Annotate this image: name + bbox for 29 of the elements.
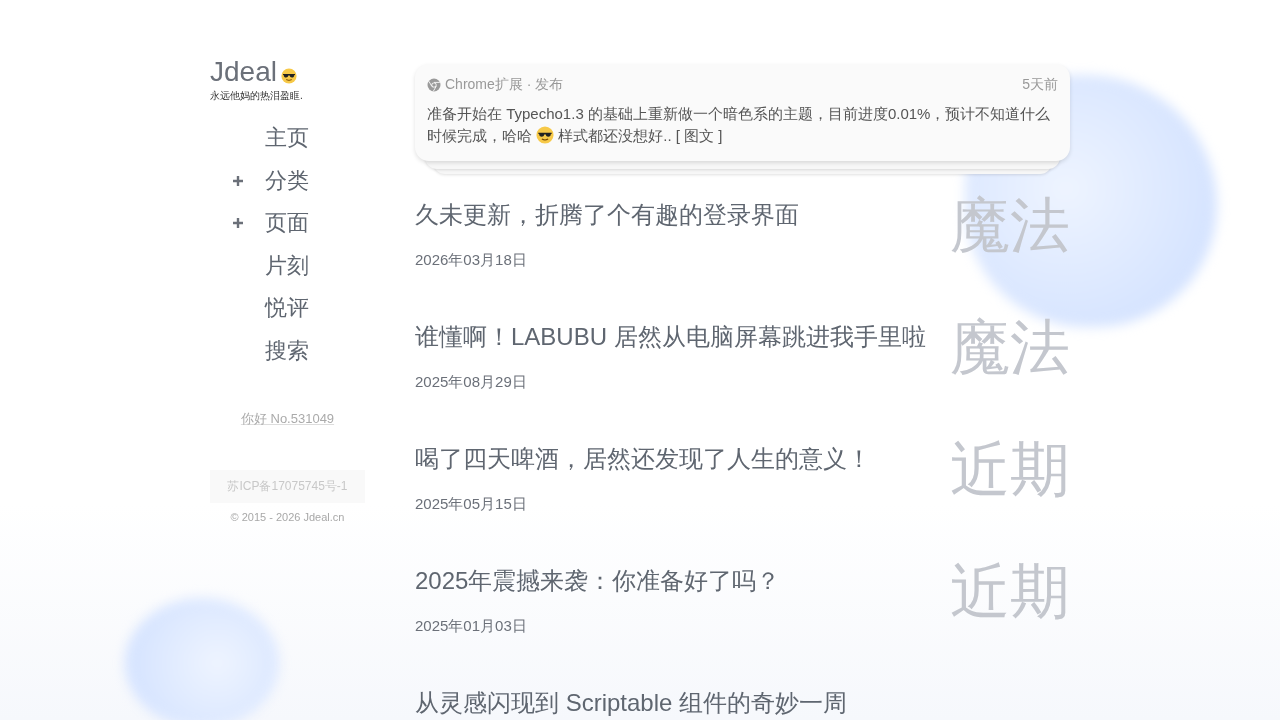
moment-source: Chrome扩展 · 发布 <box>445 76 564 94</box>
nav-link[interactable]: 搜索 <box>265 335 309 366</box>
site-tagline: 永远他妈的热泪盈眶. <box>210 89 304 103</box>
copyright-text: © 2015 - 2026 Jdeal.cn <box>229 511 346 523</box>
category-watermark: 近期 <box>950 557 1070 627</box>
plus-icon[interactable] <box>231 174 244 187</box>
plus-icon[interactable] <box>231 217 244 230</box>
sunglasses-emoji-icon <box>536 126 555 144</box>
nav-link[interactable]: 分类 <box>265 165 309 196</box>
post-date: 2025年01月03日 <box>415 617 528 636</box>
post-title[interactable]: 从灵感闪现到 Scriptable 组件的奇妙一周 <box>415 687 848 719</box>
post-date: 2025年08月29日 <box>415 373 528 392</box>
nav-link[interactable]: 页面 <box>265 208 309 239</box>
nav-link[interactable]: 主页 <box>265 123 309 154</box>
post-title[interactable]: 久未更新，折腾了个有趣的登录界面 <box>415 199 799 231</box>
nav-link[interactable]: 悦评 <box>265 293 309 324</box>
post-date: 2026年03月18日 <box>415 251 528 270</box>
post-title[interactable]: 2025年震撼来袭：你准备好了吗？ <box>415 565 781 597</box>
chrome-icon <box>427 78 441 92</box>
post-title[interactable]: 谁懂啊！LABUBU 居然从电脑屏幕跳进我手里啦 <box>415 321 926 353</box>
post-date: 2025年05月15日 <box>415 495 528 514</box>
nav-link[interactable]: 片刻 <box>265 250 309 281</box>
sunglasses-emoji-icon <box>280 68 297 84</box>
category-watermark: 魔法 <box>950 313 1070 383</box>
post-title[interactable]: 喝了四天啤酒，居然还发现了人生的意义！ <box>415 443 871 475</box>
category-watermark: 近期 <box>950 435 1070 505</box>
site-title[interactable]: Jdeal <box>210 56 277 88</box>
moment-text: 准备开始在 Typecho1.3 的基础上重新做一个暗色系的主题，目前进度0.01%，预计不知道什么时候完成，哈哈 样式都还没想好.. [ 图文 ] <box>427 104 1052 146</box>
moment-time: 5天前 <box>1022 76 1058 94</box>
